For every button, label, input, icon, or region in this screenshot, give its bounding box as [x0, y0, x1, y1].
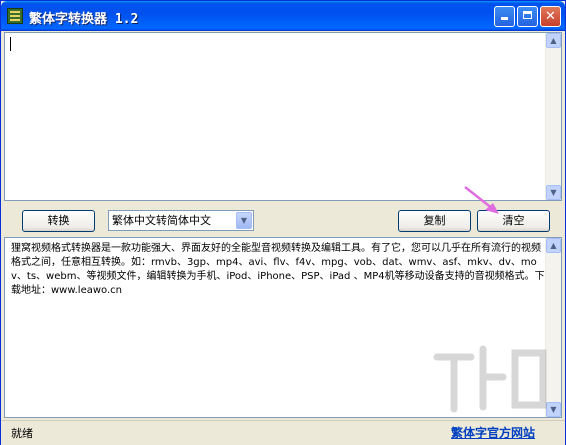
official-site-link[interactable]: 繁体字官方网站	[451, 424, 535, 441]
scroll-up-icon[interactable]: ▲	[546, 238, 561, 253]
maximize-button[interactable]	[517, 6, 538, 27]
status-bar: 就绪 繁体字官方网站	[1, 420, 565, 445]
maximize-icon	[523, 11, 532, 19]
annotation-arrow-icon	[464, 186, 499, 214]
scroll-down-icon[interactable]: ▼	[546, 185, 561, 200]
convert-button[interactable]: 转换	[22, 210, 95, 232]
app-book-icon	[7, 8, 23, 24]
output-text: 狸窝视频格式转换器是一款功能强大、界面友好的全能型音视频转换及编辑工具。有了它，…	[11, 243, 545, 296]
watermark-logo	[433, 345, 547, 413]
input-scrollbar[interactable]: ▲ ▼	[545, 33, 561, 200]
conversion-mode-select[interactable]: 繁体中文转简体中文 ▼	[108, 210, 254, 231]
copy-button[interactable]: 复制	[398, 210, 471, 232]
close-button[interactable]: ✕	[540, 6, 561, 27]
minimize-button[interactable]	[494, 6, 515, 27]
text-caret	[10, 37, 11, 51]
input-textarea[interactable]: ▲ ▼	[4, 32, 562, 201]
title-bar[interactable]: 繁体字转换器 1.2 ✕	[1, 1, 565, 31]
scroll-up-icon[interactable]: ▲	[546, 33, 561, 48]
app-window: 繁体字转换器 1.2 ✕ ▲ ▼ 转换 繁体中文转简体中文 ▼ 复制 清空 狸窝…	[0, 0, 566, 445]
minimize-icon	[501, 17, 508, 20]
window-title: 繁体字转换器 1.2	[29, 12, 139, 27]
close-icon: ✕	[545, 9, 556, 24]
chevron-down-icon[interactable]: ▼	[236, 212, 252, 229]
conversion-mode-value: 繁体中文转简体中文	[112, 214, 211, 227]
status-text: 就绪	[11, 427, 33, 440]
